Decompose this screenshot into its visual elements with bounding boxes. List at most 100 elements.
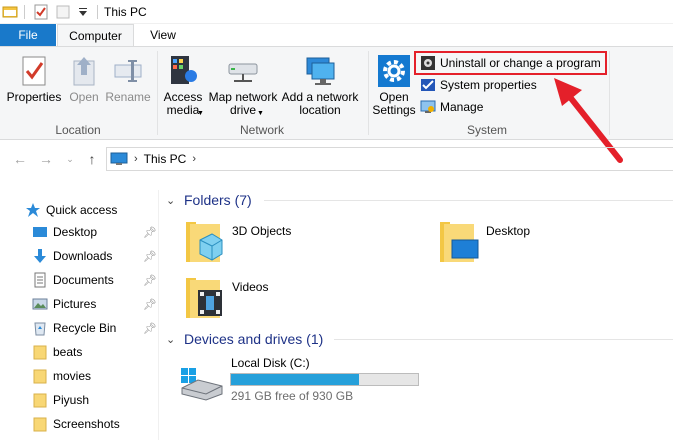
breadcrumb-chevron-icon[interactable]: › [192, 153, 196, 165]
manage-button[interactable]: Manage [420, 98, 483, 116]
breadcrumb-this-pc[interactable]: This PC [144, 152, 187, 166]
devices-section-header[interactable]: ⌄ Devices and drives (1) [166, 328, 323, 350]
folder-tile-3d-objects[interactable]: 3D Objects [184, 218, 291, 266]
manage-icon [420, 99, 436, 115]
recent-locations-chevron-icon[interactable]: ⌄ [62, 151, 78, 167]
nav-item-desktop[interactable]: Desktop 📌︎ [0, 220, 160, 244]
access-media-icon [165, 53, 201, 89]
folder-icon [32, 416, 48, 432]
nav-item-movies[interactable]: movies [0, 364, 160, 388]
collapse-chevron-icon[interactable]: ⌄ [166, 194, 178, 207]
open-button[interactable]: Open [66, 53, 102, 104]
rename-button[interactable]: Rename [105, 53, 151, 104]
nav-item-downloads[interactable]: Downloads 📌︎ [0, 244, 160, 268]
open-icon [66, 53, 102, 89]
pin-icon[interactable]: 📌︎ [143, 274, 157, 287]
folders-heading: Folders (7) [184, 192, 252, 208]
tab-computer[interactable]: Computer [57, 24, 134, 47]
nav-item-label: Documents [53, 273, 114, 287]
folder-tile-videos[interactable]: Videos [184, 274, 268, 322]
nav-item-screenshots[interactable]: Screenshots [0, 412, 160, 436]
pictures-icon [32, 296, 48, 312]
folder-name: 3D Objects [232, 224, 292, 238]
nav-item-beats[interactable]: beats [0, 340, 160, 364]
folder-name: Videos [232, 280, 269, 294]
drive-name: Local Disk (C:) [231, 356, 310, 370]
pin-icon[interactable]: 📌︎ [143, 226, 157, 239]
download-arrow-icon [32, 248, 48, 264]
folder-tile-desktop[interactable]: Desktop [438, 218, 530, 266]
customize-dropdown-icon[interactable] [75, 4, 91, 20]
open-label: Open [69, 90, 99, 104]
folder-icon [32, 392, 48, 408]
properties-label: Properties [6, 90, 62, 104]
drive-free-space: 291 GB free of 930 GB [231, 389, 354, 403]
nav-item-documents[interactable]: Documents 📌︎ [0, 268, 160, 292]
map-drive-dropdown-icon: ▼ [257, 110, 264, 117]
network-drive-icon [225, 53, 261, 89]
nav-quick-access[interactable]: Quick access [0, 198, 160, 222]
add-network-location-label: Add a network location [281, 90, 359, 117]
back-arrow-icon[interactable]: ← [12, 151, 28, 167]
properties-button[interactable]: Properties [6, 53, 62, 104]
pane-divider[interactable] [158, 190, 159, 440]
windows-drive-icon [178, 358, 226, 402]
pin-icon[interactable]: 📌︎ [143, 322, 157, 335]
nav-item-label: Pictures [53, 297, 97, 311]
address-bar[interactable]: › This PC › [106, 147, 673, 171]
documents-icon [32, 272, 48, 288]
gear-icon [376, 53, 412, 89]
folder-icon [32, 368, 48, 384]
nav-item-pictures[interactable]: Pictures 📌︎ [0, 292, 160, 316]
nav-item-recycle-bin[interactable]: Recycle Bin 📌︎ [0, 316, 160, 340]
3d-objects-folder-icon [184, 218, 228, 266]
tab-file[interactable]: File [0, 24, 56, 46]
access-media-dropdown-icon: ▼ [197, 110, 204, 117]
folders-section-header[interactable]: ⌄ Folders (7) [166, 189, 252, 211]
folder-icon [32, 344, 48, 360]
folder-app-icon[interactable] [2, 4, 18, 20]
folder-name: Desktop [486, 224, 531, 238]
tab-view[interactable]: View [138, 24, 188, 46]
open-settings-button[interactable]: Open Settings [372, 53, 416, 117]
desktop-folder-icon [438, 218, 482, 266]
nav-item-piyush[interactable]: Piyush [0, 388, 160, 412]
rename-label: Rename [105, 90, 151, 104]
videos-folder-icon [184, 274, 228, 322]
ribbon-tabs: File Computer View [0, 24, 673, 47]
map-network-drive-button[interactable]: Map network drive ▼ [206, 53, 280, 117]
properties-check-icon[interactable] [33, 4, 49, 20]
system-properties-label: System properties [440, 78, 537, 92]
title-bar: This PC [0, 0, 673, 24]
drive-tile-local-disk[interactable] [178, 358, 230, 402]
pin-icon[interactable]: 📌︎ [143, 250, 157, 263]
new-folder-icon[interactable] [55, 4, 71, 20]
properties-icon [16, 53, 52, 89]
desktop-icon [32, 224, 48, 240]
rename-icon [110, 53, 146, 89]
map-network-drive-label: Map network drive [208, 90, 278, 117]
this-pc-icon [110, 152, 128, 166]
group-label-location: Location [55, 123, 101, 137]
system-properties-icon [420, 77, 436, 93]
quick-access-label: Quick access [46, 203, 118, 217]
qa-separator [24, 4, 25, 19]
group-label-system: System [466, 123, 507, 137]
collapse-chevron-icon[interactable]: ⌄ [166, 333, 178, 346]
up-arrow-icon[interactable]: ↑ [84, 151, 100, 167]
breadcrumb-chevron-icon[interactable]: › [134, 153, 138, 165]
nav-item-label: movies [53, 369, 92, 383]
nav-item-label: beats [53, 345, 83, 359]
group-separator [368, 51, 369, 135]
manage-label: Manage [440, 100, 484, 114]
network-location-icon [302, 53, 338, 89]
add-network-location-button[interactable]: Add a network location [280, 53, 360, 117]
nav-item-label: Recycle Bin [53, 321, 117, 335]
access-media-button[interactable]: Access media ▼ [161, 53, 205, 117]
drive-usage-fill [231, 374, 360, 385]
devices-heading: Devices and drives (1) [184, 331, 324, 347]
nav-item-label: Desktop [53, 225, 98, 239]
forward-arrow-icon[interactable]: → [38, 151, 54, 167]
system-properties-button[interactable]: System properties [420, 76, 537, 94]
pin-icon[interactable]: 📌︎ [143, 298, 157, 311]
